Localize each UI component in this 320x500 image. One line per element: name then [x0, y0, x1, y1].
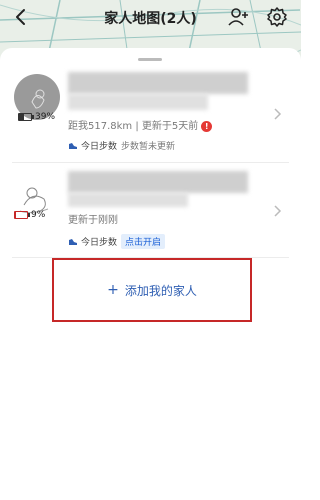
add-family-label: 添加我的家人	[124, 283, 197, 298]
location-text: 更新于刚刚	[68, 215, 118, 226]
battery-indicator: 39%	[18, 112, 55, 122]
battery-icon	[14, 211, 30, 219]
steps-status: 步数暂未更新	[121, 142, 176, 152]
location-status: 更新于刚刚	[68, 211, 118, 226]
page-title: 家人地图(2人)	[104, 11, 197, 27]
location-text: 距我517.8km | 更新于5天前	[68, 121, 199, 132]
chevron-right-icon[interactable]	[274, 205, 282, 217]
add-person-icon	[228, 8, 248, 26]
steps-row: 今日步数 点击开启	[68, 234, 166, 249]
steps-row: 今日步数 步数暂未更新	[68, 139, 175, 152]
steps-label: 今日步数	[81, 238, 118, 248]
member-card[interactable]: 39% 距我517.8km | 更新于5天前! 今日步数 步数暂未更新	[0, 60, 301, 160]
shoe-icon	[69, 142, 77, 149]
battery-indicator: 9%	[14, 210, 45, 220]
gear-icon	[267, 7, 287, 27]
battery-fill	[15, 212, 17, 218]
warning-icon: !	[201, 120, 213, 132]
member-name-redacted	[68, 171, 248, 193]
enable-steps-button[interactable]: 点击开启	[121, 234, 166, 249]
battery-fill	[19, 114, 24, 120]
member-card[interactable]: 9% 更新于刚刚 今日步数 点击开启	[0, 165, 301, 255]
plus-icon: +	[107, 282, 119, 298]
battery-icon	[18, 113, 34, 121]
battery-percent: 9%	[31, 210, 46, 220]
member-info-redacted	[68, 94, 208, 110]
settings-button[interactable]	[266, 6, 288, 28]
header: 家人地图(2人)	[0, 0, 301, 36]
battery-percent: 39%	[35, 112, 56, 122]
steps-label: 今日步数	[81, 142, 118, 152]
location-status: 距我517.8km | 更新于5天前!	[68, 117, 213, 132]
member-name-redacted	[68, 72, 248, 94]
member-info-redacted	[68, 193, 188, 207]
divider	[12, 162, 289, 163]
shoe-icon	[69, 238, 77, 245]
chevron-right-icon[interactable]	[274, 108, 282, 120]
add-person-button[interactable]	[228, 6, 250, 28]
add-family-button[interactable]: + 添加我的家人	[52, 258, 252, 322]
